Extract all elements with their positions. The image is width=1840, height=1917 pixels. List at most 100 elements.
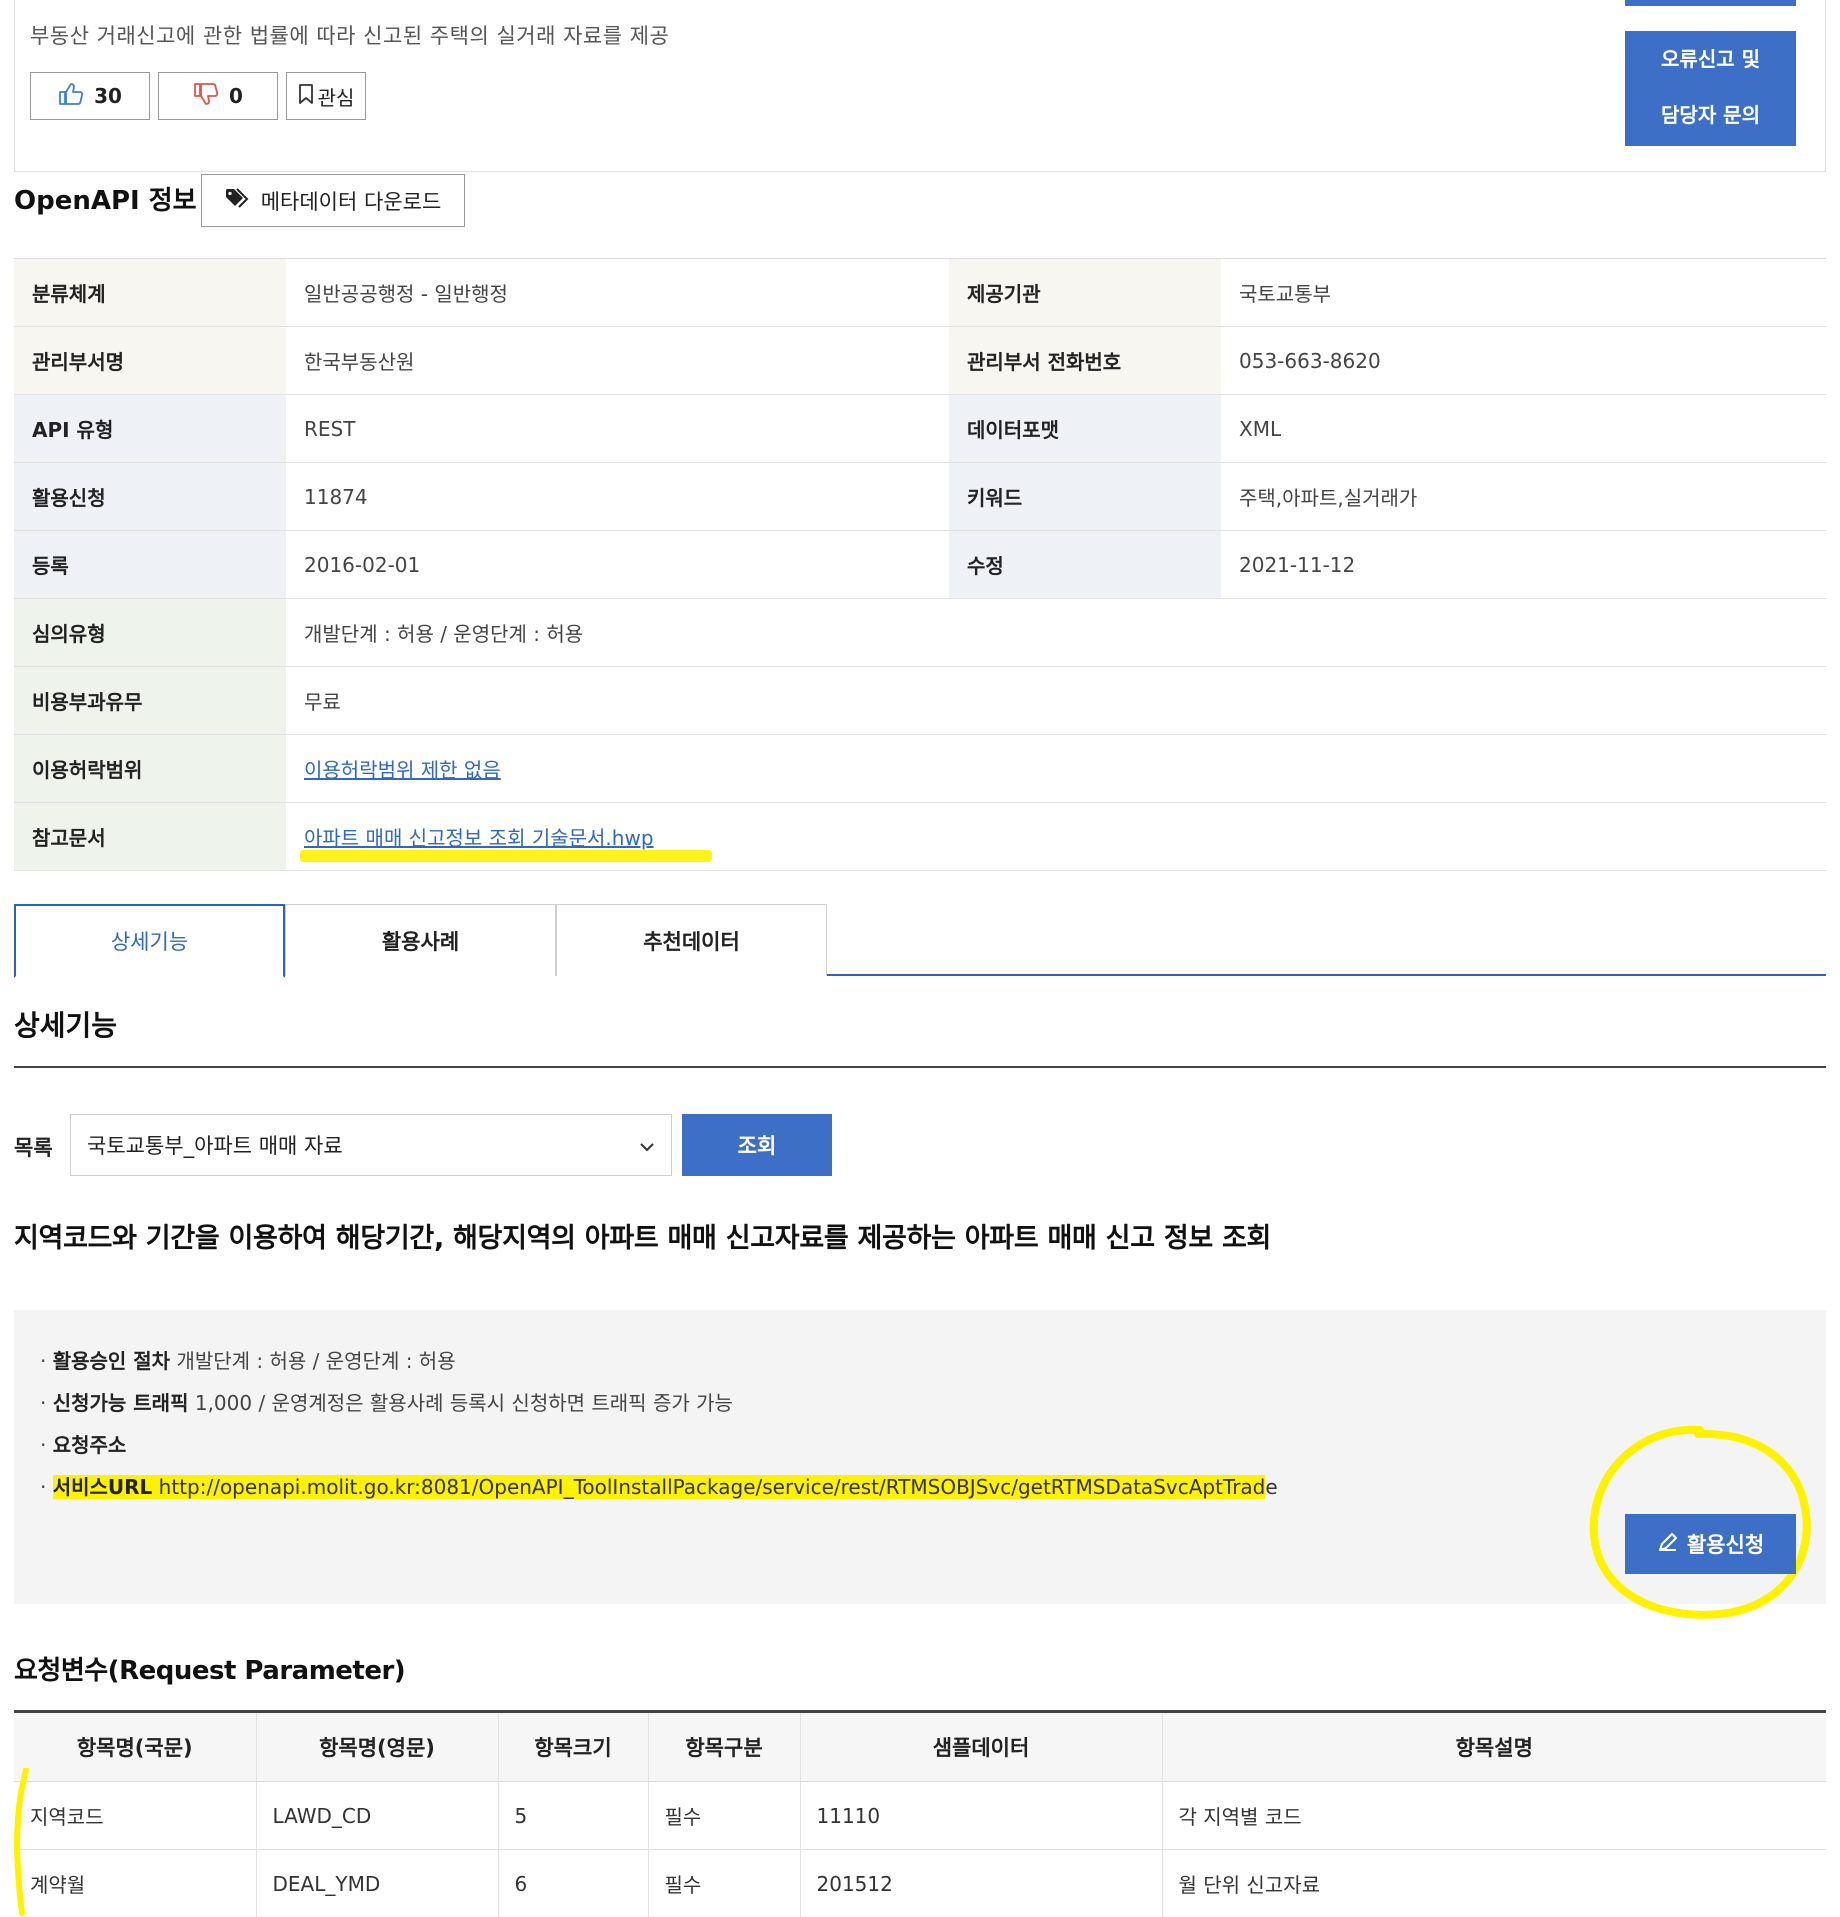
column-header: 항목명(영문) [256, 1711, 499, 1782]
table-cell: 지역코드 [14, 1781, 257, 1850]
table-cell: 필수 [648, 1849, 801, 1917]
review-value: 개발단계 : 허용 / 운영단계 : 허용 [286, 598, 1826, 667]
info-row: API 유형 REST 데이터포맷 XML [14, 394, 1826, 463]
column-header: 항목구분 [648, 1711, 801, 1782]
api-type-label: API 유형 [14, 394, 286, 463]
table-header-row: 항목명(국문) 항목명(영문) 항목크기 항목구분 샘플데이터 항목설명 [14, 1711, 1826, 1782]
yellow-highlight-mark [300, 850, 712, 862]
query-button[interactable]: 조회 [682, 1114, 832, 1176]
like-count: 30 [94, 84, 122, 108]
dislike-button[interactable]: 0 [158, 72, 278, 120]
bookmark-icon [298, 83, 314, 110]
approval-item: · 활용승인 절차 개발단계 : 허용 / 운영단계 : 허용 [40, 1349, 456, 1373]
apply-button[interactable]: 활용신청 [1625, 1514, 1796, 1574]
info-row: 참고문서 아파트 매매 신고정보 조회 기술문서.hwp [14, 802, 1826, 871]
approval-value: 개발단계 : 허용 / 운영단계 : 허용 [176, 1349, 456, 1373]
info-row: 이용허락범위 이용허락범위 제한 없음 [14, 734, 1826, 803]
metadata-download-label: 메타데이터 다운로드 [260, 189, 442, 214]
column-header: 항목설명 [1162, 1711, 1826, 1782]
provider-value: 국토교통부 [1221, 258, 1826, 327]
favorite-button[interactable]: 관심 [286, 72, 366, 120]
api-type-value: REST [286, 394, 949, 463]
classification-label: 분류체계 [14, 258, 286, 327]
service-url-item: · 서비스URL http://openapi.molit.go.kr:8081… [40, 1475, 1278, 1499]
dept-value: 한국부동산원 [286, 326, 949, 395]
phone-label: 관리부서 전화번호 [949, 326, 1221, 395]
info-row: 심의유형 개발단계 : 허용 / 운영단계 : 허용 [14, 598, 1826, 667]
reference-document-link[interactable]: 아파트 매매 신고정보 조회 기술문서.hwp [304, 826, 654, 850]
vote-row: 30 0 관심 [30, 72, 366, 120]
operation-select[interactable]: 국토교통부_아파트 매매 자료 [70, 1114, 672, 1176]
operation-info-list: · 활용승인 절차 개발단계 : 허용 / 운영단계 : 허용 · 신청가능 트… [40, 1340, 1278, 1508]
service-url-value[interactable]: http://openapi.molit.go.kr:8081/OpenAPI_… [158, 1475, 1266, 1499]
side-button-partial[interactable] [1625, 0, 1796, 6]
metadata-download-button[interactable]: 메타데이터 다운로드 [201, 174, 465, 227]
operation-description: 지역코드와 기간을 이용하여 해당기간, 해당지역의 아파트 매매 신고자료를 … [14, 1223, 1272, 1254]
favorite-label: 관심 [317, 85, 355, 110]
list-label: 목록 [14, 1136, 53, 1160]
column-header: 항목크기 [498, 1711, 649, 1782]
table-cell: 계약월 [14, 1849, 257, 1917]
provider-label: 제공기관 [949, 258, 1221, 327]
fee-value: 무료 [286, 666, 1826, 735]
request-address-item: · 요청주소 [40, 1433, 127, 1457]
table-cell: 6 [498, 1849, 649, 1917]
service-url-label: 서비스URL [52, 1475, 153, 1499]
info-row: 관리부서명 한국부동산원 관리부서 전화번호 053-663-8620 [14, 326, 1826, 395]
license-cell: 이용허락범위 제한 없음 [286, 734, 1826, 803]
table-row: 계약월 DEAL_YMD 6 필수 201512 월 단위 신고자료 [14, 1849, 1826, 1917]
table-cell: 201512 [800, 1849, 1163, 1917]
table-row: 지역코드 LAWD_CD 5 필수 11110 각 지역별 코드 [14, 1781, 1826, 1850]
format-label: 데이터포맷 [949, 394, 1221, 463]
tab-use-cases[interactable]: 활용사례 [285, 904, 556, 976]
info-row: 활용신청 11874 키워드 주택,아파트,실거래가 [14, 462, 1826, 531]
registered-value: 2016-02-01 [286, 530, 949, 599]
phone-value: 053-663-8620 [1221, 326, 1826, 395]
dept-label: 관리부서명 [14, 326, 286, 395]
request-parameter-title: 요청변수(Request Parameter) [14, 1656, 406, 1686]
license-label: 이용허락범위 [14, 734, 286, 803]
report-error-button[interactable]: 오류신고 및 담당자 문의 [1625, 31, 1796, 146]
keywords-value: 주택,아파트,실거래가 [1221, 462, 1826, 531]
apply-button-label: 활용신청 [1686, 1533, 1765, 1557]
classification-value: 일반공공행정 - 일반행정 [286, 258, 949, 327]
thumbs-down-icon [193, 82, 219, 111]
modified-label: 수정 [949, 530, 1221, 599]
reference-label: 참고문서 [14, 802, 286, 871]
pencil-icon [1657, 1531, 1679, 1558]
table-cell: DEAL_YMD [256, 1849, 499, 1917]
dataset-description: 부동산 거래신고에 관한 법률에 따라 신고된 주택의 실거래 자료를 제공 [30, 24, 670, 48]
column-header: 샘플데이터 [800, 1711, 1163, 1782]
info-row: 비용부과유무 무료 [14, 666, 1826, 735]
fee-label: 비용부과유무 [14, 666, 286, 735]
column-header: 항목명(국문) [14, 1711, 257, 1782]
review-label: 심의유형 [14, 598, 286, 667]
license-link[interactable]: 이용허락범위 제한 없음 [304, 758, 501, 782]
table-cell: 필수 [648, 1781, 801, 1850]
registered-label: 등록 [14, 530, 286, 599]
keywords-label: 키워드 [949, 462, 1221, 531]
applications-value: 11874 [286, 462, 949, 531]
reference-cell: 아파트 매매 신고정보 조회 기술문서.hwp [286, 802, 1826, 871]
table-cell: 5 [498, 1781, 649, 1850]
chevron-down-icon [639, 1133, 655, 1157]
request-address-label: 요청주소 [52, 1433, 127, 1457]
traffic-label: 신청가능 트래픽 [52, 1391, 189, 1415]
tab-recommended-data[interactable]: 추천데이터 [556, 904, 827, 976]
table-cell: 각 지역별 코드 [1162, 1781, 1826, 1850]
tab-detail-functions[interactable]: 상세기능 [14, 904, 285, 978]
info-row: 등록 2016-02-01 수정 2021-11-12 [14, 530, 1826, 599]
approval-label: 활용승인 절차 [52, 1349, 171, 1373]
openapi-info-table: 분류체계 일반공공행정 - 일반행정 제공기관 국토교통부 관리부서명 한국부동… [14, 258, 1826, 871]
request-parameter-table: 항목명(국문) 항목명(영문) 항목크기 항목구분 샘플데이터 항목설명 지역코… [14, 1710, 1826, 1917]
report-error-line2: 담당자 문의 [1661, 103, 1760, 127]
divider [14, 1066, 1826, 1068]
traffic-value: 1,000 / 운영계정은 활용사례 등록시 신청하면 트래픽 증가 가능 [194, 1391, 733, 1415]
detail-tabs: 상세기능 활용사례 추천데이터 [14, 904, 1826, 978]
reference-link-wrap: 아파트 매매 신고정보 조회 기술문서.hwp [300, 822, 712, 862]
table-cell: 월 단위 신고자료 [1162, 1849, 1826, 1917]
traffic-item: · 신청가능 트래픽 1,000 / 운영계정은 활용사례 등록시 신청하면 트… [40, 1391, 733, 1415]
like-button[interactable]: 30 [30, 72, 150, 120]
dislike-count: 0 [229, 84, 243, 108]
tags-icon [225, 187, 251, 214]
